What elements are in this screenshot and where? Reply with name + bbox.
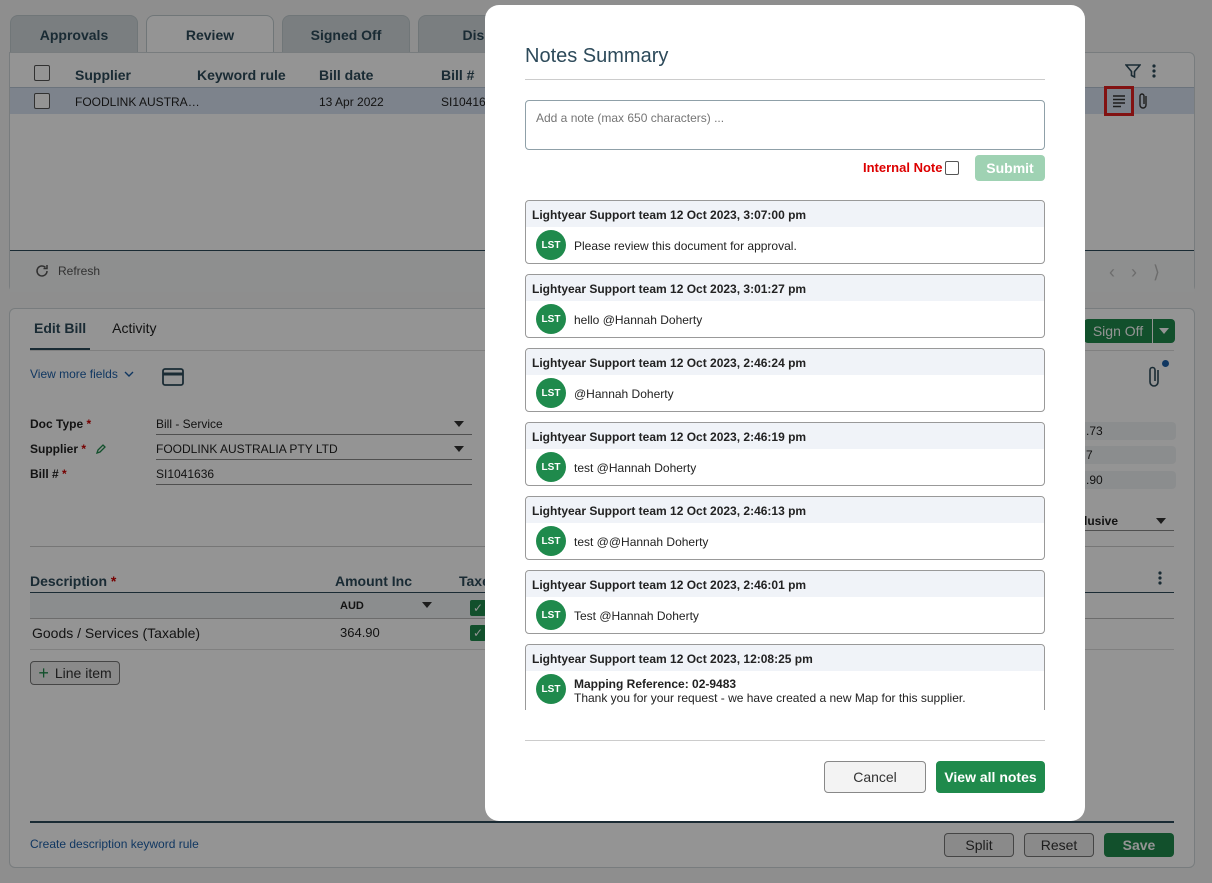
avatar: LST — [536, 452, 566, 482]
notes-list[interactable]: Lightyear Support team 12 Oct 2023, 3:07… — [525, 200, 1045, 710]
note-text: hello @Hannah Doherty — [574, 313, 703, 327]
note-text: Please review this document for approval… — [574, 239, 797, 253]
note-header: Lightyear Support team 12 Oct 2023, 3:07… — [526, 201, 1044, 227]
note-text: Thank you for your request - we have cre… — [574, 691, 966, 705]
note-title: Mapping Reference: 02-9483 — [574, 677, 737, 691]
note-text: Test @Hannah Doherty — [574, 609, 699, 623]
avatar: LST — [536, 526, 566, 556]
avatar: LST — [536, 600, 566, 630]
note-item: Lightyear Support team 12 Oct 2023, 2:46… — [525, 348, 1045, 412]
note-header: Lightyear Support team 12 Oct 2023, 2:46… — [526, 423, 1044, 449]
notes-summary-dialog: Notes Summary Internal Note Submit Light… — [485, 5, 1085, 821]
note-text: test @Hannah Doherty — [574, 461, 697, 475]
note-header: Lightyear Support team 12 Oct 2023, 2:46… — [526, 571, 1044, 597]
note-header: Lightyear Support team 12 Oct 2023, 2:46… — [526, 497, 1044, 523]
note-item: Lightyear Support team 12 Oct 2023, 2:46… — [525, 422, 1045, 486]
view-all-notes-button[interactable]: View all notes — [936, 761, 1045, 793]
note-item: Lightyear Support team 12 Oct 2023, 3:07… — [525, 200, 1045, 264]
dialog-title: Notes Summary — [525, 45, 669, 67]
submit-button[interactable]: Submit — [975, 155, 1045, 181]
note-header: Lightyear Support team 12 Oct 2023, 12:0… — [526, 645, 1044, 671]
cancel-button[interactable]: Cancel — [824, 761, 926, 793]
note-input[interactable] — [525, 100, 1045, 150]
avatar: LST — [536, 230, 566, 260]
divider — [525, 79, 1045, 80]
note-text: @Hannah Doherty — [574, 387, 674, 401]
avatar: LST — [536, 378, 566, 408]
avatar: LST — [536, 674, 566, 704]
note-header: Lightyear Support team 12 Oct 2023, 2:46… — [526, 349, 1044, 375]
internal-note-checkbox[interactable] — [945, 161, 959, 175]
avatar: LST — [536, 304, 566, 334]
internal-note-label: Internal Note — [863, 160, 943, 175]
divider — [525, 740, 1045, 741]
note-header: Lightyear Support team 12 Oct 2023, 3:01… — [526, 275, 1044, 301]
note-item: Lightyear Support team 12 Oct 2023, 12:0… — [525, 644, 1045, 710]
note-item: Lightyear Support team 12 Oct 2023, 2:46… — [525, 496, 1045, 560]
note-text: test @@Hannah Doherty — [574, 535, 709, 549]
note-item: Lightyear Support team 12 Oct 2023, 2:46… — [525, 570, 1045, 634]
note-item: Lightyear Support team 12 Oct 2023, 3:01… — [525, 274, 1045, 338]
